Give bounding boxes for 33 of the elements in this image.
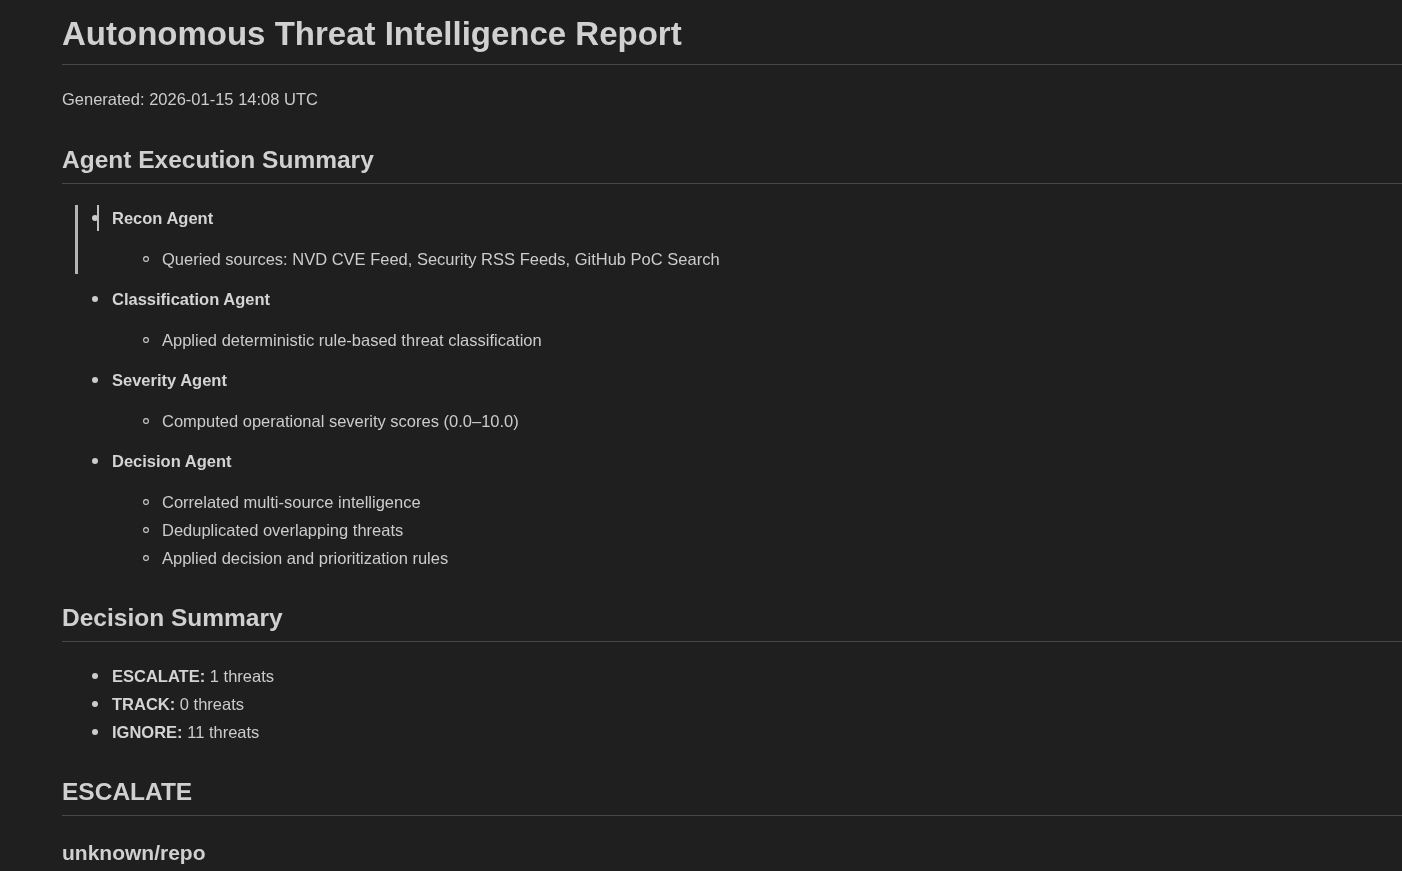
circle-bullet-icon	[143, 527, 149, 533]
decision-count: TRACK: 0 threats	[112, 694, 245, 715]
generated-timestamp: Generated: 2026-01-15 14:08 UTC	[62, 89, 318, 110]
section-heading: Agent Execution Summary	[62, 146, 374, 173]
circle-bullet-icon	[143, 555, 149, 561]
report-title: Autonomous Threat Intelligence Report	[62, 15, 682, 52]
agent-task: Applied deterministic rule-based threat classification	[162, 330, 542, 351]
bullet-icon	[92, 296, 98, 302]
agent-name: Decision Agent	[112, 451, 232, 472]
bullet-icon	[92, 215, 98, 221]
agent-task: Applied decision and prioritization rules	[162, 548, 449, 569]
section-heading: Decision Summary	[62, 604, 283, 631]
circle-bullet-icon	[143, 337, 149, 343]
agent-task: Correlated multi-source intelligence	[162, 492, 421, 513]
agent-task: Queried sources: NVD CVE Feed, Security RSS Feeds, GitHub PoC Search	[162, 249, 720, 270]
threat-heading: unknown/repo	[62, 841, 206, 865]
bullet-icon	[92, 729, 98, 735]
circle-bullet-icon	[143, 256, 149, 262]
agent-task: Computed operational severity scores (0.0–10.0)	[162, 411, 519, 432]
decision-count: IGNORE: 11 threats	[112, 722, 260, 743]
text-cursor	[97, 205, 99, 231]
agent-name: Recon Agent	[112, 208, 214, 229]
decision-count: ESCALATE: 1 threats	[112, 666, 274, 687]
bullet-icon	[92, 701, 98, 707]
section-heading: ESCALATE	[62, 778, 193, 805]
circle-bullet-icon	[143, 499, 149, 505]
agent-name: Severity Agent	[112, 370, 227, 391]
bullet-icon	[92, 458, 98, 464]
agent-task: Deduplicated overlapping threats	[162, 520, 404, 541]
agent-name: Classification Agent	[112, 289, 270, 310]
circle-bullet-icon	[143, 418, 149, 424]
bullet-icon	[92, 673, 98, 679]
bullet-icon	[92, 377, 98, 383]
